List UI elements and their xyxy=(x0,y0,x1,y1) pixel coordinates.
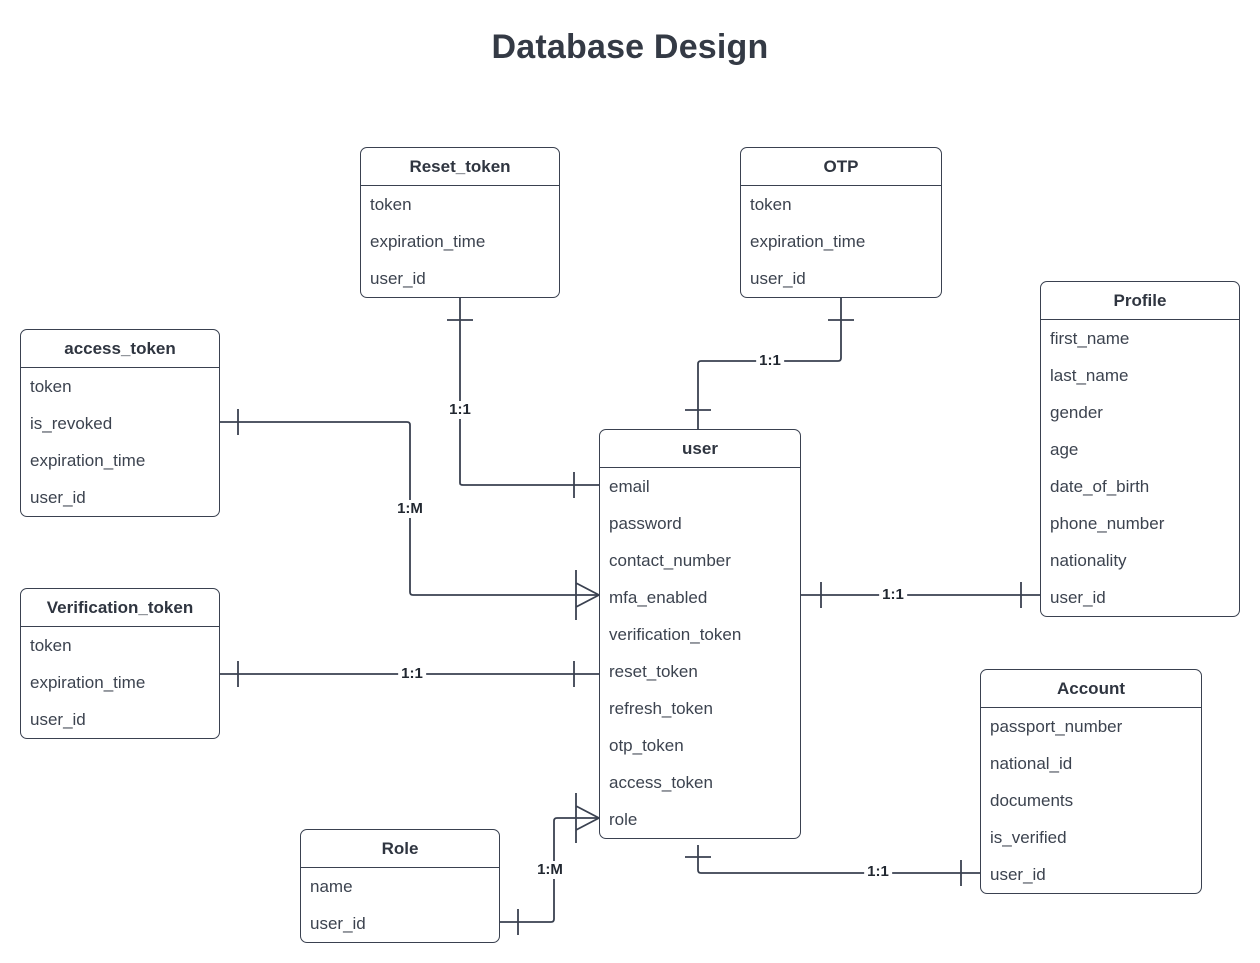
attribute-row: national_id xyxy=(990,754,1073,773)
attribute-row: token xyxy=(30,377,72,396)
entity-verification-token[interactable]: Verification_token token expiration_time… xyxy=(20,588,220,739)
attribute-list: token expiration_time user_id xyxy=(361,186,559,297)
attribute-row: gender xyxy=(1050,403,1103,422)
attribute-row: contact_number xyxy=(609,551,731,570)
entity-title: Reset_token xyxy=(361,148,559,186)
attribute-list: passport_number national_id documents is… xyxy=(981,708,1201,893)
attribute-row: nationality xyxy=(1050,551,1127,570)
attribute-row: access_token xyxy=(609,773,713,792)
entity-account[interactable]: Account passport_number national_id docu… xyxy=(980,669,1202,894)
attribute-list: token is_revoked expiration_time user_id xyxy=(21,368,219,516)
cardinality-label-user-profile: 1:1 xyxy=(879,586,907,604)
entity-title: Account xyxy=(981,670,1201,708)
cardinality-label-otp-user: 1:1 xyxy=(756,352,784,370)
entity-reset-token[interactable]: Reset_token token expiration_time user_i… xyxy=(360,147,560,298)
attribute-row: age xyxy=(1050,440,1079,459)
attribute-row: refresh_token xyxy=(609,699,713,718)
entity-title: user xyxy=(600,430,800,468)
cardinality-label-access-token-user: 1:M xyxy=(394,500,426,518)
entity-role[interactable]: Role name user_id xyxy=(300,829,500,943)
entity-profile[interactable]: Profile first_name last_name gender age … xyxy=(1040,281,1240,617)
cardinality-label-reset-token-user: 1:1 xyxy=(446,401,474,419)
attribute-list: first_name last_name gender age date_of_… xyxy=(1041,320,1239,616)
attribute-row: token xyxy=(750,195,792,214)
attribute-list: name user_id xyxy=(301,868,499,942)
attribute-row: verification_token xyxy=(609,625,742,644)
attribute-row: user_id xyxy=(310,914,366,933)
attribute-row: date_of_birth xyxy=(1050,477,1150,496)
attribute-row: user_id xyxy=(370,269,426,288)
attribute-row: is_verified xyxy=(990,828,1067,847)
attribute-row: user_id xyxy=(750,269,806,288)
attribute-row: phone_number xyxy=(1050,514,1165,533)
attribute-row: documents xyxy=(990,791,1074,810)
attribute-row: email xyxy=(609,477,650,496)
attribute-row: name xyxy=(310,877,353,896)
attribute-row: expiration_time xyxy=(750,232,866,251)
attribute-row: password xyxy=(609,514,682,533)
attribute-row: token xyxy=(370,195,412,214)
attribute-row: user_id xyxy=(1050,588,1106,607)
attribute-row: otp_token xyxy=(609,736,684,755)
edge-reset-token-user xyxy=(459,297,599,486)
attribute-row: expiration_time xyxy=(30,451,146,470)
attribute-row: last_name xyxy=(1050,366,1129,385)
entity-title: Role xyxy=(301,830,499,868)
attribute-row: expiration_time xyxy=(30,673,146,692)
cardinality-label-user-account: 1:1 xyxy=(864,863,892,881)
attribute-row: passport_number xyxy=(990,717,1123,736)
attribute-list: email password contact_number mfa_enable… xyxy=(600,468,800,838)
entity-title: Verification_token xyxy=(21,589,219,627)
entity-title: access_token xyxy=(21,330,219,368)
attribute-row: user_id xyxy=(990,865,1046,884)
entity-user[interactable]: user email password contact_number mfa_e… xyxy=(599,429,801,839)
cardinality-label-verification-token-user: 1:1 xyxy=(398,665,426,683)
attribute-row: role xyxy=(609,810,638,829)
entity-title: OTP xyxy=(741,148,941,186)
attribute-row: reset_token xyxy=(609,662,698,681)
attribute-list: token expiration_time user_id xyxy=(21,627,219,738)
entity-otp[interactable]: OTP token expiration_time user_id xyxy=(740,147,942,298)
entity-title: Profile xyxy=(1041,282,1239,320)
attribute-row: mfa_enabled xyxy=(609,588,708,607)
attribute-row: is_revoked xyxy=(30,414,113,433)
attribute-row: user_id xyxy=(30,710,86,729)
cardinality-label-role-user: 1:M xyxy=(534,861,566,879)
entity-access-token[interactable]: access_token token is_revoked expiration… xyxy=(20,329,220,517)
attribute-row: first_name xyxy=(1050,329,1130,348)
attribute-row: expiration_time xyxy=(370,232,486,251)
attribute-list: token expiration_time user_id xyxy=(741,186,941,297)
edge-user-account xyxy=(697,845,980,874)
attribute-row: token xyxy=(30,636,72,655)
attribute-row: user_id xyxy=(30,488,86,507)
